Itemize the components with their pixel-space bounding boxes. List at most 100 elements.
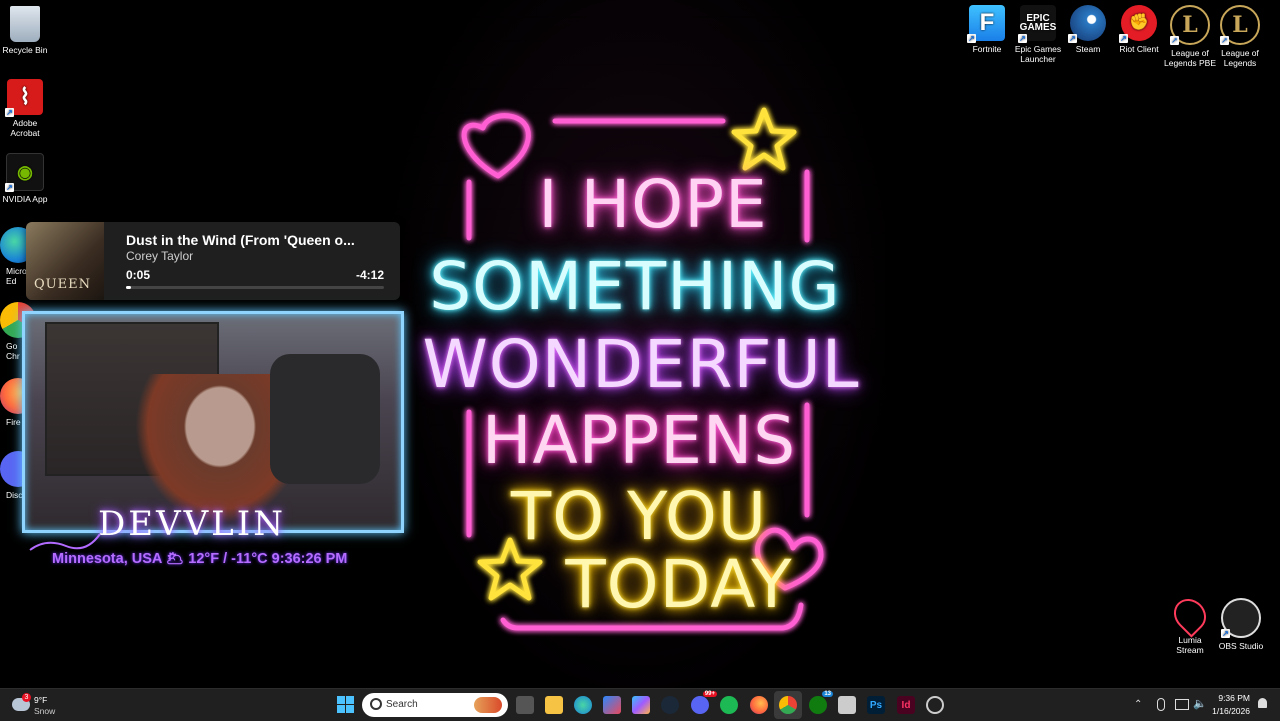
obs-taskbar-icon[interactable] xyxy=(926,696,944,714)
store-icon[interactable] xyxy=(603,696,621,714)
fortnite-icon: F ↗ xyxy=(967,5,1005,43)
streamer-name: DEVVLIN xyxy=(98,504,286,544)
neon-line-2: SOMETHING xyxy=(429,248,841,325)
weather-badge: 3 xyxy=(22,693,31,702)
search-icon xyxy=(370,698,382,710)
desktop-icon-label: Steam xyxy=(1075,44,1101,54)
chrome-taskbar-button[interactable] xyxy=(774,691,802,719)
webcam-overlay xyxy=(22,311,404,533)
recycle-bin-icon xyxy=(10,6,40,42)
steam-taskbar-icon[interactable] xyxy=(661,696,679,714)
weather-desc: Snow xyxy=(34,706,56,716)
start-button[interactable] xyxy=(336,695,354,713)
shortcut-arrow-icon: ↗ xyxy=(1018,34,1027,43)
neon-line-6: TODAY xyxy=(565,546,793,623)
epic-glyph: EPIC GAMES xyxy=(1019,13,1057,33)
clock-time: 9:36 PM xyxy=(1218,693,1250,703)
desktop-icon-lumia-stream[interactable]: Lumia Stream xyxy=(1162,592,1218,655)
chair xyxy=(270,354,380,484)
network-icon[interactable] xyxy=(1175,699,1189,710)
snipping-tool-icon[interactable] xyxy=(838,696,856,714)
obs-studio-icon: ↗ xyxy=(1221,598,1261,638)
league-icon: L ↗ xyxy=(1220,5,1260,45)
file-explorer-icon[interactable] xyxy=(545,696,563,714)
desktop-icon-label: League of Legends PBE xyxy=(1164,48,1216,68)
media-remaining: -4:12 xyxy=(355,268,384,282)
xbox-badge: 13 xyxy=(822,691,833,697)
notification-bell-icon[interactable] xyxy=(1258,698,1267,708)
neon-line-4: HAPPENS xyxy=(481,402,797,479)
discord-taskbar-icon[interactable]: 99+ xyxy=(691,691,717,714)
desktop-icon-obs-studio[interactable]: ↗ OBS Studio xyxy=(1213,598,1269,651)
weather-widget[interactable]: 3 9°F Snow xyxy=(10,692,80,718)
shortcut-arrow-icon: ↗ xyxy=(1119,34,1128,43)
taskbar: 3 9°F Snow Search 99+ 13 Ps Id ⌃ 🔈 9:36 … xyxy=(0,688,1280,721)
lumia-stream-icon xyxy=(1167,592,1213,638)
desktop-icon-steam[interactable]: ↗ Steam xyxy=(1060,5,1116,54)
stream-info: Minnesota, USA 🌥 12°F / -11°C 9:36:26 PM xyxy=(52,551,348,567)
microphone-icon[interactable] xyxy=(1157,698,1165,711)
riot-client-icon: ✊ ↗ xyxy=(1119,5,1157,43)
discord-badge: 99+ xyxy=(702,691,717,697)
shortcut-arrow-icon: ↗ xyxy=(967,34,976,43)
shortcut-arrow-icon: ↗ xyxy=(1170,35,1179,45)
league-glyph: L xyxy=(1232,12,1248,38)
shortcut-arrow-icon: ↗ xyxy=(1220,35,1229,45)
task-view-icon[interactable] xyxy=(516,696,534,714)
desktop-icon-league[interactable]: L ↗ League of Legends xyxy=(1212,5,1268,68)
desktop-icon-league-pbe[interactable]: L ↗ League of Legends PBE xyxy=(1162,5,1218,68)
desktop-icon-nvidia-app[interactable]: ◉ ↗ NVIDIA App xyxy=(0,153,53,204)
clock[interactable]: 9:36 PM 1/16/2026 xyxy=(1208,693,1250,716)
desktop-icon-label: Lumia Stream xyxy=(1176,635,1204,655)
neon-line-5: TO YOU xyxy=(510,478,768,555)
desktop-icon-label: Adobe Acrobat xyxy=(10,118,40,138)
volume-icon[interactable]: 🔈 xyxy=(1193,697,1207,710)
xbox-icon[interactable]: 13 xyxy=(809,691,833,714)
neon-line-1: I HOPE xyxy=(538,166,768,243)
desktop-icon-label: Fortnite xyxy=(972,44,1002,54)
steam-icon: ↗ xyxy=(1068,5,1106,43)
photoshop-icon[interactable]: Ps xyxy=(867,696,885,714)
fortnite-glyph: F xyxy=(979,9,995,36)
desktop-icon-label: NVIDIA App xyxy=(2,194,48,204)
search-highlight-icon xyxy=(474,697,502,713)
shortcut-arrow-icon: ↗ xyxy=(5,108,14,117)
league-pbe-glyph: L xyxy=(1182,12,1198,38)
album-art: QUEEN xyxy=(26,222,104,300)
media-progress-fill xyxy=(126,286,132,289)
desktop-icon-label: Recycle Bin xyxy=(2,45,48,55)
acrobat-icon: ⌇ ↗ xyxy=(5,79,43,117)
taskbar-search-box[interactable]: Search xyxy=(362,693,508,717)
media-artist: Corey Taylor xyxy=(126,249,194,263)
chrome-taskbar-icon xyxy=(779,696,797,714)
desktop-icon-label: Epic Games Launcher xyxy=(1014,44,1062,64)
windows-logo-icon xyxy=(337,696,354,713)
firefox-taskbar-icon[interactable] xyxy=(750,696,768,714)
nvidia-icon: ◉ ↗ xyxy=(5,153,44,192)
media-title: Dust in the Wind (From 'Queen o... xyxy=(126,232,355,248)
weather-temp: 9°F xyxy=(34,695,48,705)
copilot-icon[interactable] xyxy=(632,696,650,714)
desktop-icon-fortnite[interactable]: F ↗ Fortnite xyxy=(959,5,1015,54)
shortcut-arrow-icon: ↗ xyxy=(1221,629,1230,638)
neon-line-3: WONDERFUL xyxy=(422,326,860,403)
media-elapsed: 0:05 xyxy=(126,268,151,282)
clock-date: 1/16/2026 xyxy=(1212,706,1250,716)
epic-games-icon: EPIC GAMES ↗ xyxy=(1018,5,1057,43)
shortcut-arrow-icon: ↗ xyxy=(5,183,14,192)
media-player[interactable]: QUEEN Dust in the Wind (From 'Queen o...… xyxy=(26,222,400,300)
search-placeholder: Search xyxy=(386,699,418,710)
spotify-icon[interactable] xyxy=(720,696,738,714)
tray-overflow-chevron-icon[interactable]: ⌃ xyxy=(1134,699,1142,710)
indesign-icon[interactable]: Id xyxy=(897,696,915,714)
desktop-icon-adobe-acrobat[interactable]: ⌇ ↗ Adobe Acrobat xyxy=(0,79,53,138)
neon-sign: I HOPE SOMETHING WONDERFUL HAPPENS TO YO… xyxy=(393,0,885,688)
desktop-icon-epic-games[interactable]: EPIC GAMES ↗ Epic Games Launcher xyxy=(1010,5,1066,64)
desktop-icon-riot-client[interactable]: ✊ ↗ Riot Client xyxy=(1111,5,1167,54)
desktop-icon-label: League of Legends xyxy=(1221,48,1259,68)
album-art-text: QUEEN xyxy=(34,277,91,292)
desktop-icon-recycle-bin[interactable]: Recycle Bin xyxy=(0,6,53,55)
edge-taskbar-icon[interactable] xyxy=(574,696,592,714)
desktop-icon-label: Riot Client xyxy=(1119,44,1159,54)
media-progress-track[interactable] xyxy=(126,286,384,289)
